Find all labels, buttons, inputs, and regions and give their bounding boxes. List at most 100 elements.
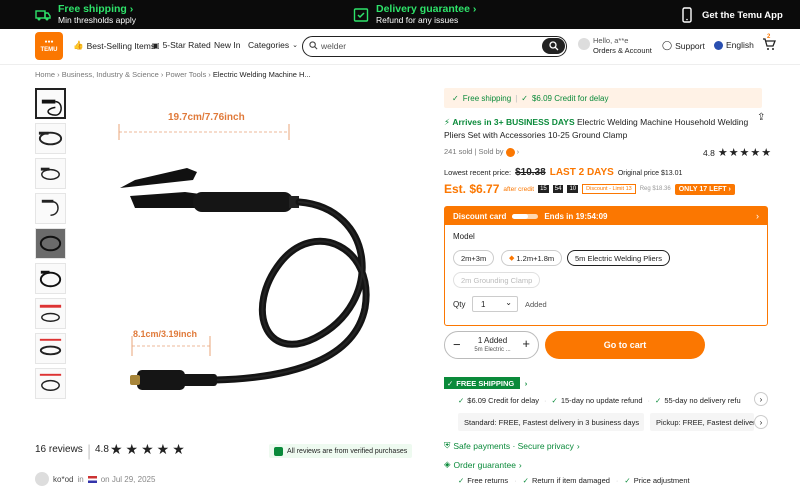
safe-payments-row[interactable]: ⛨ Safe payments · Secure privacy › [444, 440, 580, 451]
review-count[interactable]: 16 reviews [35, 444, 83, 455]
free-shipping-promo[interactable]: Free shipping › Min thresholds apply [35, 3, 136, 26]
get-app-label: Get the Temu App [702, 9, 783, 21]
chevron-right-icon[interactable]: › [756, 211, 759, 221]
chevron-right-icon: › [759, 394, 763, 404]
countdown-text: Ends in 19:54:09 [544, 211, 608, 221]
discount-limit-badge: Discount - Limit 13 [582, 184, 636, 194]
rating-value: 4.8 [95, 444, 109, 455]
breadcrumb-subcategory[interactable]: Power Tools [166, 70, 207, 79]
nav-best-selling[interactable]: 👍 Best-Selling Items [73, 40, 155, 51]
thumbnail[interactable] [35, 158, 66, 189]
guarantee-list: ✓ Free returns · ✓ Return if item damaged … [458, 476, 690, 485]
language-selector[interactable]: English [714, 40, 754, 50]
standard-shipping-option[interactable]: Standard: FREE, Fastest delivery in 3 bu… [458, 413, 644, 431]
search-button[interactable] [542, 38, 565, 54]
search-bar[interactable]: welder [302, 36, 567, 57]
store-avatar[interactable] [505, 147, 515, 157]
delivery-sub: Refund for any issues [376, 15, 459, 25]
free-shipping-bar[interactable]: ✓ Free shipping | ✓ $6.09 Credit for del… [444, 88, 762, 108]
order-guarantee-text: Order guarantee [453, 459, 516, 470]
countdown-seconds: 10 [567, 185, 579, 193]
free-shipping-badge[interactable]: ✓ FREE SHIPPING › [444, 377, 527, 389]
get-app-link[interactable]: Get the Temu App [679, 7, 783, 23]
thumbnail[interactable] [35, 333, 66, 364]
free-shipping-title: Free shipping [58, 3, 127, 15]
reviews-summary: 16 reviews | 4.8 ★★★★★ All reviews are f… [35, 441, 413, 460]
pickup-shipping-option[interactable]: Pickup: FREE, Fastest deliver [650, 413, 754, 431]
guarantee-icon: ◈ [444, 459, 451, 469]
nav-five-star[interactable]: ▣ 5-Star Rated [152, 40, 211, 50]
cart-count: 2 [767, 34, 771, 40]
breadcrumb-category[interactable]: Business, Industry & Science [62, 70, 159, 79]
thumbnail[interactable] [35, 88, 66, 119]
share-icon[interactable]: ⇪ [757, 112, 765, 123]
arrival-text: Arrives in 3+ BUSINESS DAYS [452, 117, 575, 127]
model-option[interactable]: 2m+3m [453, 250, 495, 266]
thumbnail[interactable] [35, 123, 66, 154]
support-link[interactable]: ◯ Support [662, 40, 705, 51]
model-option-label: 2m Grounding Clamp [461, 275, 533, 285]
dimension-label-bottom: 8.1cm/3.19inch [133, 329, 198, 339]
go-to-cart-button[interactable]: Go to cart [545, 331, 705, 359]
next-arrow-button[interactable]: › [754, 392, 768, 406]
nav-new-in[interactable]: New In [214, 40, 240, 50]
rating-stars: ★★★★★ [110, 441, 188, 457]
search-input[interactable]: welder [321, 41, 346, 51]
discount-card-header: Discount card Ends in 19:54:09 › [445, 207, 767, 225]
delivery-guarantee-promo[interactable]: Delivery guarantee › Refund for any issu… [353, 3, 476, 26]
review-date: on Jul 29, 2025 [100, 474, 156, 484]
flag-icon [87, 475, 97, 483]
shipping-perks: ✓ $6.09 Credit for delay · ✓ 15-day no upd… [458, 396, 741, 405]
cart-button[interactable]: 2 [762, 34, 776, 51]
account-menu[interactable]: Hello, a**e Orders & Account [578, 36, 652, 56]
delivery-check-icon [353, 7, 369, 22]
sold-count: 241 sold [444, 147, 473, 156]
main-product-image[interactable]: 19.7cm/7.76inch 8.1cm/3.19inch [75, 88, 413, 426]
product-rating[interactable]: 4.8 ★★★★★ [703, 146, 772, 159]
site-header: ●●● TEMU 👍 Best-Selling Items ▣ 5-Star R… [0, 29, 800, 65]
next-arrow-button[interactable]: › [754, 415, 768, 429]
welding-plier-illustration [118, 124, 370, 390]
plus-button[interactable]: + [522, 336, 530, 351]
account-label: Orders & Account [593, 46, 652, 55]
progress-bar [512, 213, 539, 219]
discount-card-label: Discount card [453, 211, 507, 221]
breadcrumb: Home › Business, Industry & Science › Po… [35, 70, 311, 79]
thumbnail[interactable] [35, 193, 66, 224]
model-option-disabled[interactable]: 2m Grounding Clamp [453, 272, 541, 288]
thumbnail[interactable] [35, 298, 66, 329]
search-icon [549, 41, 559, 51]
breadcrumb-home[interactable]: Home [35, 70, 55, 79]
perk-credit: $6.09 Credit for delay [467, 396, 540, 405]
model-label: Model [453, 232, 475, 241]
pickup-shipping-text: Pickup: FREE, Fastest deliver [656, 417, 754, 427]
model-option-selected[interactable]: 5m Electric Welding Pliers [567, 250, 670, 266]
est-price: Est. $6.77 [444, 182, 500, 196]
ship-bar-free: Free shipping [462, 93, 512, 103]
thumbnail[interactable] [35, 368, 66, 399]
lightning-icon: ⚡ [444, 117, 450, 127]
nav-label: Best-Selling Items [86, 40, 156, 51]
est-price-row: Est. $6.77 after credit 15 54 10 Discoun… [444, 182, 735, 196]
order-guarantee-row[interactable]: ◈ Order guarantee › [444, 459, 522, 470]
nav-label: Categories [248, 40, 290, 50]
ship-bar-credit: $6.09 Credit for delay [531, 93, 609, 103]
qty-select[interactable]: 1 ⌄ [472, 296, 518, 312]
divider: | [87, 443, 92, 460]
chevron-right-icon: › [759, 417, 763, 427]
temu-logo[interactable]: ●●● TEMU [35, 32, 63, 60]
model-option[interactable]: ◆ 1.2m+1.8m [501, 250, 563, 266]
qty-label: Qty [453, 300, 466, 309]
product-title: ⚡ Arrives in 3+ BUSINESS DAYS Electric W… [444, 116, 754, 142]
original-price: Original price $13.01 [617, 170, 683, 177]
qty-value: 1 [481, 299, 486, 309]
free-shipping-badge-label: FREE SHIPPING [456, 378, 515, 388]
dimension-label-top: 19.7cm/7.76inch [168, 112, 245, 123]
safe-payments-text: Safe payments · Secure privacy [453, 440, 574, 451]
last-days-label: LAST 2 DAYS [549, 167, 614, 178]
thumbs-up-icon: 👍 [73, 40, 84, 50]
thumbnail[interactable] [35, 228, 66, 259]
search-icon [309, 41, 318, 50]
nav-categories[interactable]: Categories ⌄ [248, 40, 298, 50]
thumbnail[interactable] [35, 263, 66, 294]
